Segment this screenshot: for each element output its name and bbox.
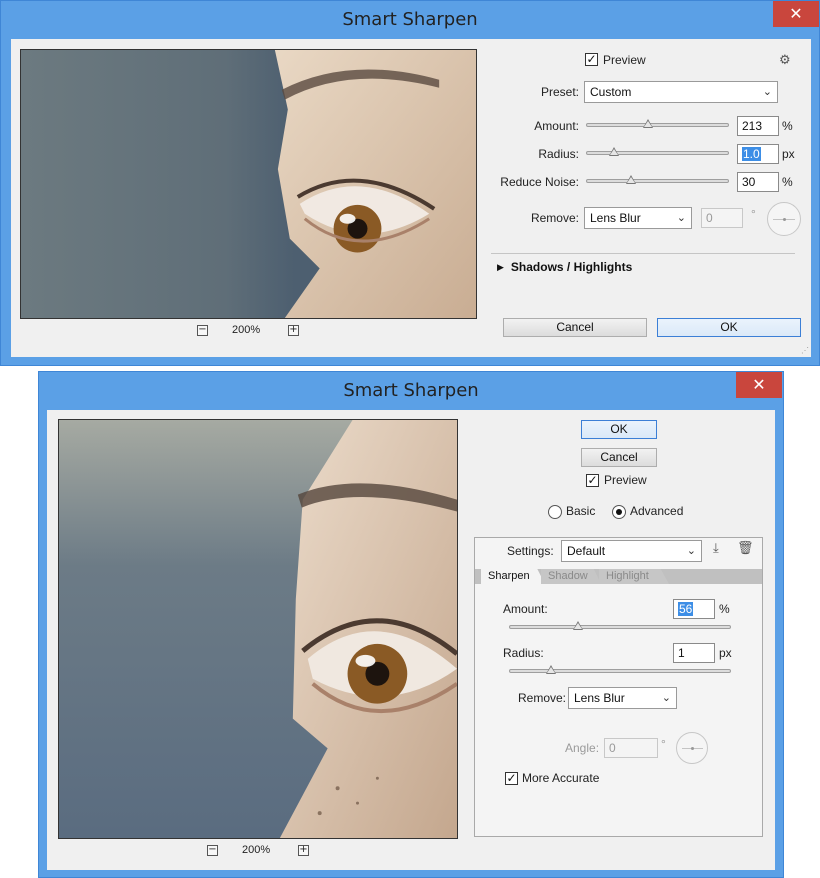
shadows-highlights-toggle[interactable]: ▶ Shadows / Highlights	[497, 260, 632, 274]
angle-input: 0	[701, 208, 743, 228]
preset-select[interactable]: Custom ⌄	[584, 81, 778, 103]
dialog-title: Smart Sharpen	[343, 380, 479, 401]
radius-slider[interactable]	[586, 147, 729, 156]
chevron-down-icon: ⌄	[661, 691, 671, 704]
close-button[interactable]: ✕	[773, 1, 819, 27]
preview-image[interactable]	[58, 419, 458, 839]
settings-value: Default	[567, 544, 606, 558]
preview-image[interactable]	[20, 49, 477, 319]
preview-label: Preview	[603, 53, 646, 67]
zoom-out-button[interactable]: −	[197, 325, 208, 336]
amount-unit: %	[719, 602, 730, 616]
dialog-title: Smart Sharpen	[342, 9, 478, 30]
resize-grip-icon[interactable]: ⋰	[801, 347, 809, 355]
zoom-out-button[interactable]: −	[207, 845, 218, 856]
gear-icon[interactable]: ⚙	[779, 53, 791, 68]
amount-slider[interactable]	[509, 621, 731, 630]
section-divider	[491, 253, 795, 254]
chevron-down-icon: ⌄	[762, 85, 772, 98]
reduce-noise-input[interactable]: 30	[737, 172, 779, 192]
zoom-level: 200%	[242, 844, 271, 856]
slider-thumb[interactable]	[545, 665, 556, 674]
remove-value: Lens Blur	[590, 211, 641, 225]
cancel-button[interactable]: Cancel	[503, 318, 647, 337]
angle-dial	[676, 732, 708, 764]
angle-label: Angle:	[565, 741, 600, 755]
ok-button[interactable]: OK	[657, 318, 801, 337]
tab-shadow[interactable]: Shadow	[541, 569, 601, 584]
tab-sharpen[interactable]: Sharpen	[481, 569, 545, 584]
more-accurate-checkbox[interactable]: ✓	[505, 772, 518, 785]
radius-unit: px	[782, 147, 795, 161]
radius-value: 1.0	[742, 147, 761, 161]
remove-label: Remove:	[518, 691, 567, 705]
cancel-button[interactable]: Cancel	[581, 448, 657, 467]
amount-label: Amount:	[534, 119, 579, 133]
amount-label: Amount:	[503, 602, 548, 616]
radio-selected-dot	[616, 509, 622, 515]
radius-label: Radius:	[503, 646, 544, 660]
amount-input[interactable]: 56	[673, 599, 715, 619]
tab-strip: Sharpen Shadow Highlight	[475, 569, 762, 584]
triangle-right-icon: ▶	[497, 262, 504, 272]
amount-slider[interactable]	[586, 119, 729, 128]
radius-input[interactable]: 1.0	[737, 144, 779, 164]
reduce-noise-label: Reduce Noise:	[500, 175, 579, 189]
reduce-noise-slider[interactable]	[586, 175, 729, 184]
preset-value: Custom	[590, 85, 632, 99]
ok-button[interactable]: OK	[581, 420, 657, 439]
mode-advanced-radio[interactable]	[612, 505, 626, 519]
smart-sharpen-dialog-basic: Smart Sharpen ✕ − 200% + ✓ Preview ⚙ Pre…	[0, 0, 820, 366]
slider-thumb[interactable]	[643, 119, 654, 128]
remove-value: Lens Blur	[574, 691, 625, 705]
radius-input[interactable]: 1	[673, 643, 715, 663]
remove-select[interactable]: Lens Blur ⌄	[568, 687, 677, 709]
remove-select[interactable]: Lens Blur ⌄	[584, 207, 692, 229]
angle-dial	[767, 202, 801, 236]
angle-unit: °	[751, 207, 756, 221]
tab-highlight[interactable]: Highlight	[599, 569, 669, 584]
amount-input[interactable]: 213	[737, 116, 779, 136]
settings-group: Settings: Default ⌄ ⤓ 🗑 Sharpen Shadow H…	[474, 537, 763, 837]
more-accurate-label: More Accurate	[522, 771, 600, 785]
slider-thumb[interactable]	[609, 147, 620, 156]
chevron-down-icon: ⌄	[676, 211, 686, 224]
slider-thumb[interactable]	[626, 175, 637, 184]
save-preset-icon[interactable]: ⤓	[713, 541, 719, 556]
preview-checkbox[interactable]: ✓	[585, 53, 598, 66]
reduce-noise-unit: %	[782, 175, 793, 189]
dialog-client-area: − 200% + OK Cancel ✓ Preview Basic Advan…	[47, 410, 775, 870]
amount-unit: %	[782, 119, 793, 133]
radius-slider[interactable]	[509, 665, 731, 674]
radius-unit: px	[719, 646, 732, 660]
trash-icon[interactable]: 🗑	[737, 541, 754, 556]
mode-basic-label: Basic	[566, 504, 596, 518]
zoom-in-button[interactable]: +	[288, 325, 299, 336]
angle-input: 0	[604, 738, 658, 758]
angle-unit: °	[661, 737, 666, 751]
remove-label: Remove:	[530, 211, 579, 225]
preview-checkbox[interactable]: ✓	[586, 474, 599, 487]
shadows-highlights-label: Shadows / Highlights	[510, 260, 633, 274]
settings-label: Settings:	[507, 544, 554, 558]
chevron-down-icon: ⌄	[686, 544, 696, 557]
mode-advanced-label: Advanced	[630, 504, 684, 518]
amount-value: 56	[678, 602, 694, 616]
settings-select[interactable]: Default ⌄	[561, 540, 702, 562]
preset-label: Preset:	[540, 85, 579, 99]
radius-label: Radius:	[538, 147, 579, 161]
mode-basic-radio[interactable]	[548, 505, 562, 519]
dialog-client-area: − 200% + ✓ Preview ⚙ Preset: Custom ⌄ Am…	[11, 39, 811, 357]
slider-thumb[interactable]	[573, 621, 583, 630]
smart-sharpen-dialog-advanced: Smart Sharpen ✕ − 200% + OK Cancel ✓ Pre…	[38, 371, 784, 878]
close-button[interactable]: ✕	[736, 372, 782, 398]
zoom-in-button[interactable]: +	[298, 845, 309, 856]
preview-label: Preview	[604, 473, 647, 487]
zoom-level: 200%	[232, 324, 261, 336]
